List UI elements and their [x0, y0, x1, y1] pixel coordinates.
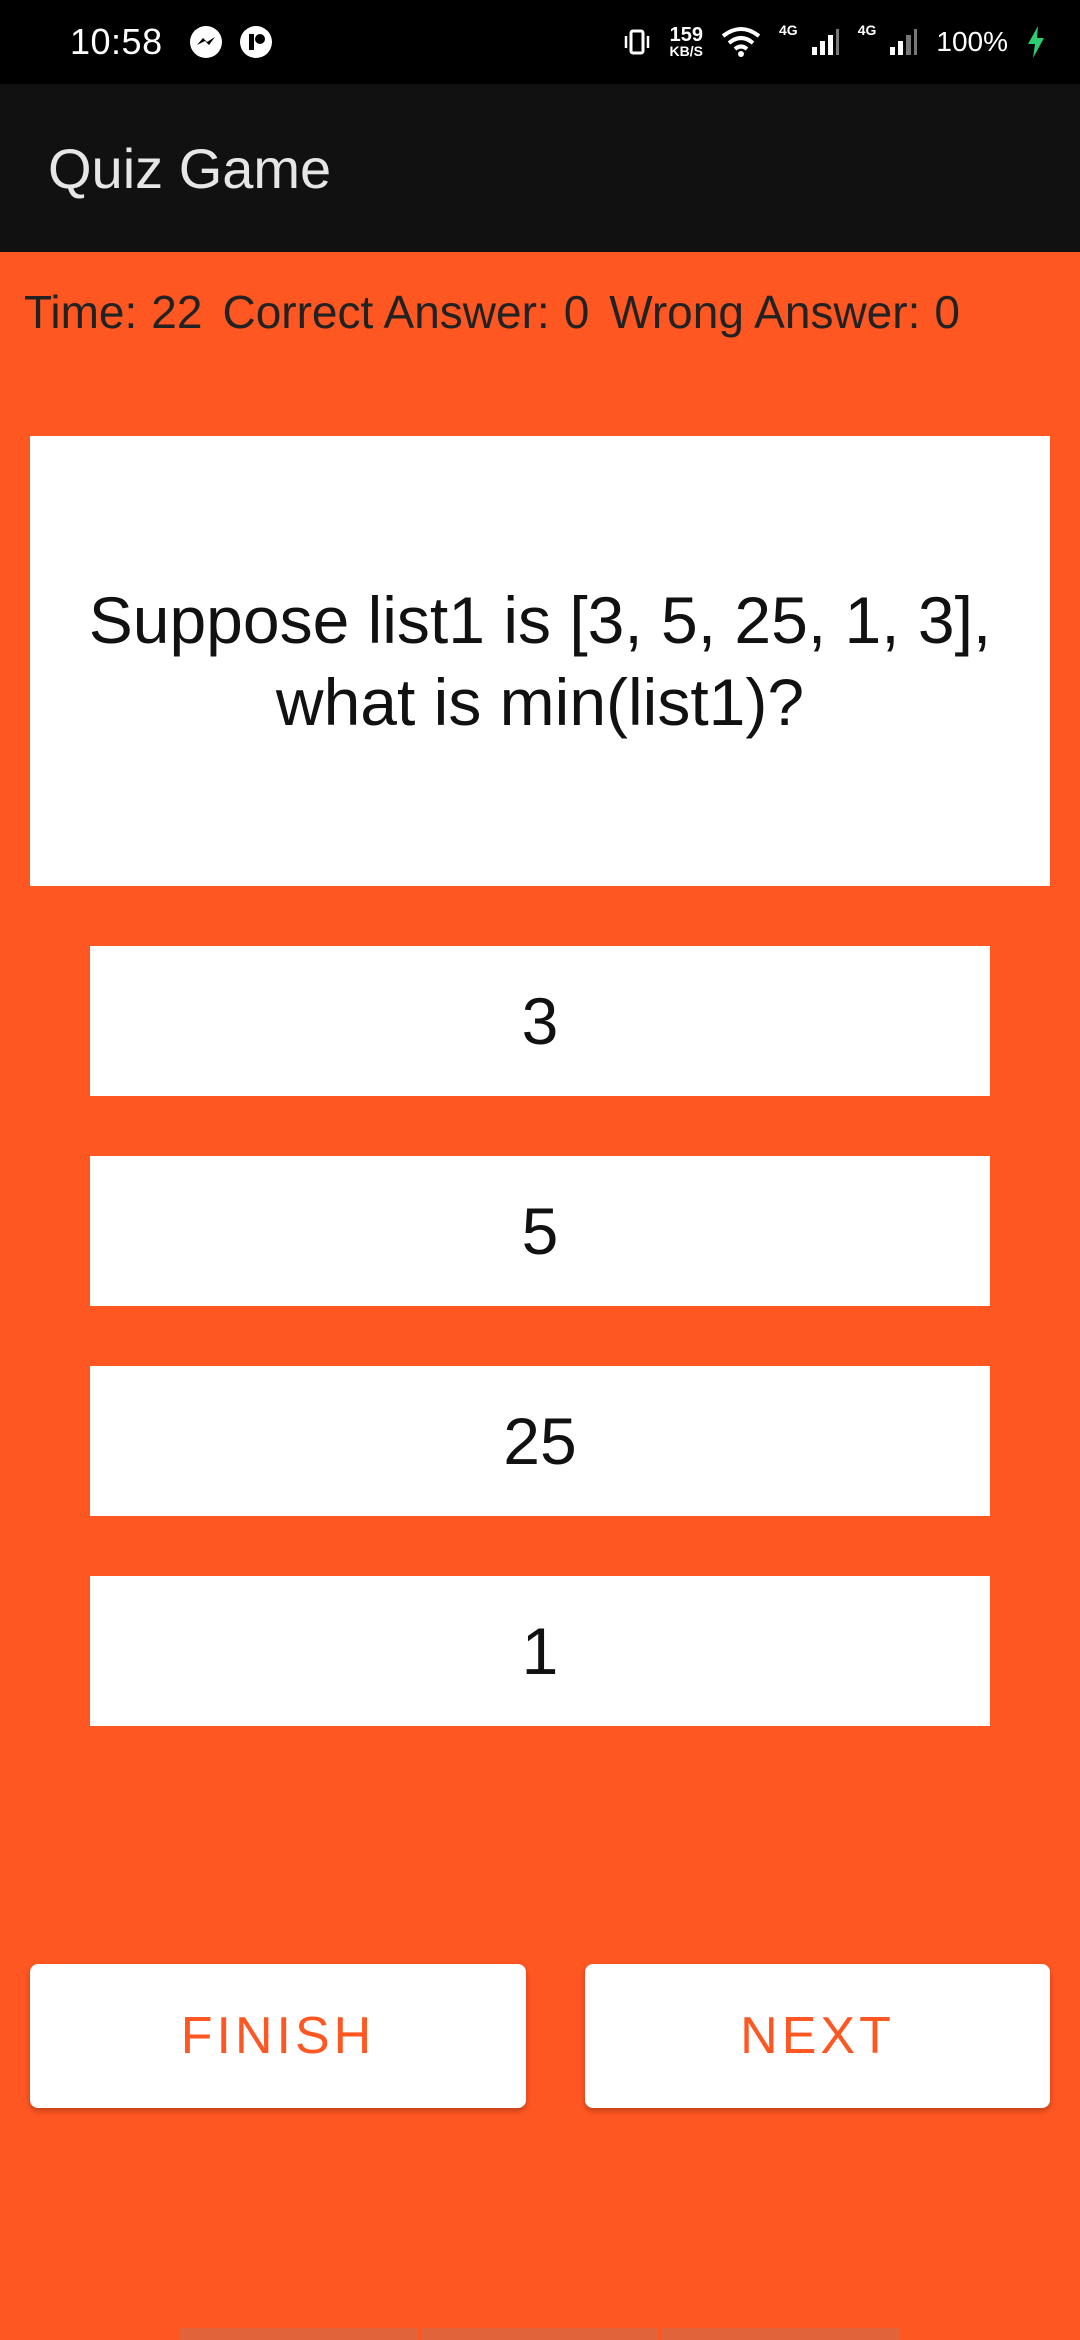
- time-label: Time:: [24, 286, 138, 338]
- nav-hint-right: [662, 2328, 900, 2340]
- option-a-button[interactable]: 3: [90, 946, 990, 1096]
- finish-button[interactable]: FINISH: [30, 1964, 526, 2108]
- nav-hint-left: [180, 2328, 418, 2340]
- status-icons: 159 KB/S 4G 4G 100%: [622, 22, 1046, 59]
- correct-answer-label: Correct Answer:: [222, 286, 550, 338]
- question-text: Suppose list1 is [3, 5, 25, 1, 3], what …: [89, 579, 992, 743]
- wifi-icon: [721, 27, 761, 57]
- status-bar: 10:58 159 KB/S 4G 4G 100%: [0, 0, 1080, 84]
- option-d-button[interactable]: 1: [90, 1576, 990, 1726]
- option-c-button[interactable]: 25: [90, 1366, 990, 1516]
- nav-hint-center: [422, 2328, 658, 2340]
- network-speed-value: 159: [669, 24, 703, 46]
- notification-icons: [189, 25, 273, 59]
- question-card: Suppose list1 is [3, 5, 25, 1, 3], what …: [30, 436, 1050, 886]
- vibrate-icon: [624, 29, 649, 55]
- charging-icon: [1028, 26, 1044, 58]
- app-title: Quiz Game: [48, 136, 332, 200]
- wrong-answer-value: 0: [934, 286, 960, 338]
- time-value: 22: [151, 286, 203, 338]
- app-bar: Quiz Game: [0, 84, 1080, 252]
- network-speed-unit: KB/S: [669, 43, 703, 59]
- question-line-2: what is min(list1)?: [275, 665, 805, 739]
- app-notification-icon: [239, 26, 272, 58]
- score-stats: Time: 22 Correct Answer: 0 Wrong Answer:…: [24, 282, 1064, 342]
- signal-bars-icon: [811, 29, 839, 55]
- option-b-button[interactable]: 5: [90, 1156, 990, 1306]
- network-speed: 159 KB/S: [669, 24, 703, 59]
- correct-answer-value: 0: [563, 286, 590, 338]
- signal-bars-2-icon: [890, 29, 918, 55]
- signal2-label: 4G: [857, 22, 877, 38]
- status-time: 10:58: [70, 21, 163, 62]
- wrong-answer-label: Wrong Answer:: [609, 286, 921, 338]
- question-line-1: Suppose list1 is [3, 5, 25, 1, 3],: [88, 583, 992, 657]
- signal1-label: 4G: [779, 22, 798, 38]
- battery-level: 100%: [936, 26, 1008, 57]
- next-button[interactable]: NEXT: [585, 1964, 1050, 2108]
- messenger-icon: [189, 26, 222, 58]
